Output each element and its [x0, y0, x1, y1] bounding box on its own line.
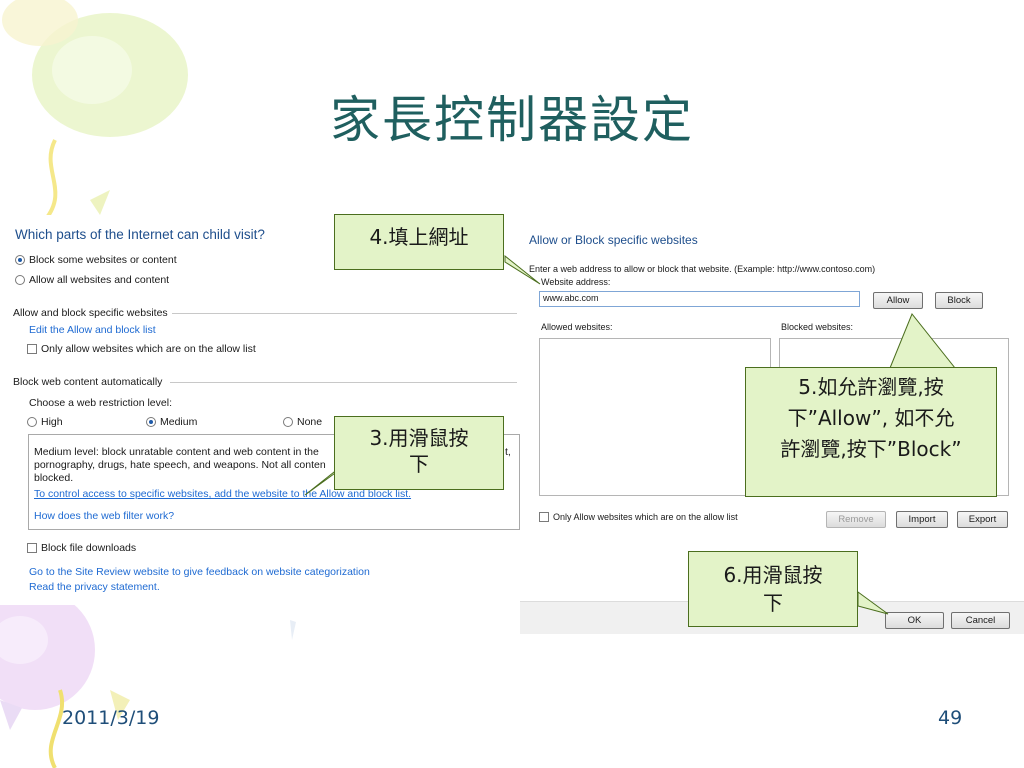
callout-text: 3.用滑鼠按 — [369, 426, 469, 450]
callout-text: 許瀏覽,按下”Block” — [780, 437, 962, 461]
callout-step3: 3.用滑鼠按 下 — [334, 416, 504, 490]
slide-date: 2011/3/19 — [62, 707, 160, 729]
callout-text: 下”Allow”, 如不允 — [787, 406, 955, 430]
callout-text: 下 — [763, 591, 783, 615]
callout-text: 5.如允許瀏覽,按 — [798, 375, 944, 399]
callout-step5: 5.如允許瀏覽,按 下”Allow”, 如不允 許瀏覽,按下”Block” — [745, 367, 997, 497]
callout-text: 6.用滑鼠按 — [723, 563, 823, 587]
callout-text: 4.填上網址 — [369, 225, 469, 249]
callout-step6: 6.用滑鼠按 下 — [688, 551, 858, 627]
callout-text: 下 — [409, 452, 429, 476]
slide-number: 49 — [938, 707, 963, 729]
callout-step4: 4.填上網址 — [334, 214, 504, 270]
